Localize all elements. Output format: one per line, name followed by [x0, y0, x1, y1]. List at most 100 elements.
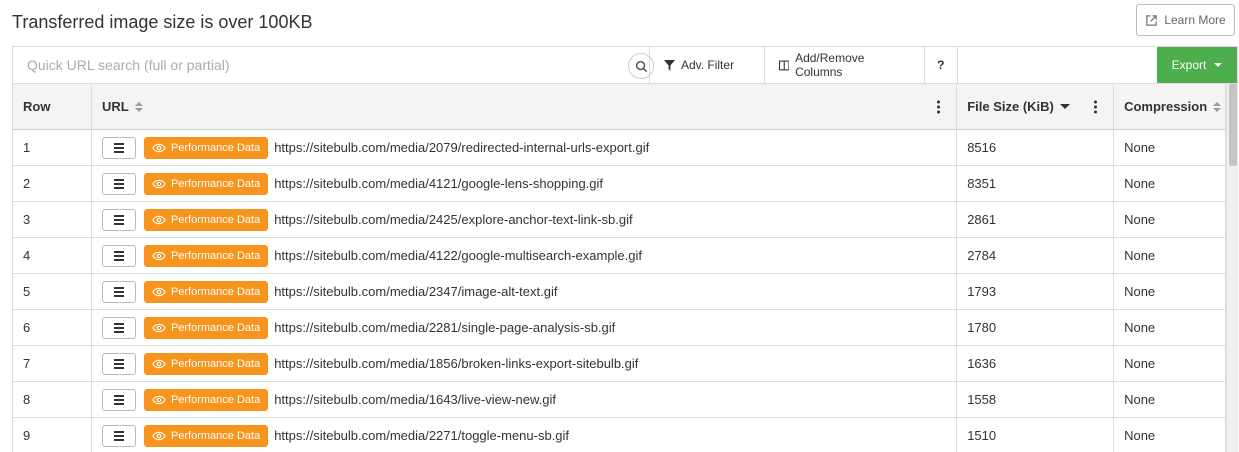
- compression-cell: None: [1114, 274, 1226, 309]
- eye-icon: [152, 251, 166, 260]
- compression-cell: None: [1114, 238, 1226, 273]
- filter-icon: [663, 59, 675, 71]
- table-row: 5 Performance Data https://sitebulb.com/…: [13, 274, 1226, 310]
- file-size-value: 1793: [967, 284, 997, 299]
- file-size-cell: 8351: [957, 166, 1115, 201]
- file-size-cell: 1636: [957, 346, 1115, 381]
- scrollbar-thumb[interactable]: [1229, 84, 1237, 166]
- eye-icon: [152, 179, 166, 188]
- row-number: 7: [23, 356, 31, 371]
- url-link[interactable]: https://sitebulb.com/media/1856/broken-l…: [274, 356, 638, 371]
- performance-data-button[interactable]: Performance Data: [143, 244, 269, 267]
- file-size-value: 8516: [967, 140, 997, 155]
- compression-cell: None: [1114, 166, 1226, 201]
- column-header-url[interactable]: URL: [92, 84, 958, 129]
- row-menu-button[interactable]: [101, 352, 136, 375]
- file-size-cell: 1510: [957, 418, 1115, 452]
- url-link[interactable]: https://sitebulb.com/media/2079/redirect…: [274, 140, 649, 155]
- adv-filter-button[interactable]: Adv. Filter: [648, 47, 764, 83]
- performance-data-button[interactable]: Performance Data: [143, 388, 269, 411]
- add-remove-columns-button[interactable]: Add/Remove Columns: [763, 47, 924, 83]
- performance-data-button[interactable]: Performance Data: [143, 208, 269, 231]
- hamburger-icon: [113, 142, 124, 145]
- column-header-row[interactable]: Row: [13, 84, 92, 129]
- help-button[interactable]: ?: [923, 47, 957, 83]
- vertical-scrollbar[interactable]: [1226, 84, 1238, 452]
- row-menu-button[interactable]: [101, 136, 136, 159]
- table-row: 8 Performance Data https://sitebulb.com/…: [13, 382, 1226, 418]
- performance-data-button[interactable]: Performance Data: [143, 172, 269, 195]
- sort-icon[interactable]: [134, 101, 143, 112]
- file-size-value: 2861: [967, 212, 997, 227]
- row-menu-button[interactable]: [101, 244, 136, 267]
- table-row: 1 Performance Data https://sitebulb.com/…: [13, 130, 1226, 166]
- url-link[interactable]: https://sitebulb.com/media/4122/google-m…: [274, 248, 642, 263]
- performance-data-label: Performance Data: [170, 393, 261, 406]
- eye-icon: [152, 431, 166, 440]
- url-link[interactable]: https://sitebulb.com/media/2281/single-p…: [274, 320, 615, 335]
- eye-icon: [152, 287, 166, 296]
- row-menu-button[interactable]: [101, 316, 136, 339]
- performance-data-label: Performance Data: [170, 213, 261, 226]
- sort-icon[interactable]: [1213, 101, 1222, 112]
- performance-data-label: Performance Data: [170, 249, 261, 262]
- row-number-cell: 9: [13, 418, 92, 452]
- url-cell: Performance Data https://sitebulb.com/me…: [92, 130, 958, 165]
- performance-data-button[interactable]: Performance Data: [143, 352, 269, 375]
- performance-data-button[interactable]: Performance Data: [143, 136, 269, 159]
- eye-icon: [152, 395, 166, 404]
- search-box: [13, 47, 654, 83]
- url-cell: Performance Data https://sitebulb.com/me…: [92, 274, 958, 309]
- url-link[interactable]: https://sitebulb.com/media/2425/explore-…: [274, 212, 632, 227]
- file-size-value: 1636: [967, 356, 997, 371]
- row-number-cell: 7: [13, 346, 92, 381]
- grid-toolbar: Adv. Filter Add/Remove Columns ? Export: [12, 46, 1238, 84]
- url-link[interactable]: https://sitebulb.com/media/1643/live-vie…: [274, 392, 556, 407]
- url-cell: Performance Data https://sitebulb.com/me…: [92, 382, 958, 417]
- row-menu-button[interactable]: [101, 208, 136, 231]
- column-menu-icon[interactable]: [1094, 100, 1098, 113]
- row-menu-button[interactable]: [101, 172, 136, 195]
- add-remove-columns-label: Add/Remove Columns: [795, 51, 865, 79]
- row-menu-button[interactable]: [101, 280, 136, 303]
- row-number: 5: [23, 284, 31, 299]
- column-header-file-size[interactable]: File Size (KiB): [957, 84, 1115, 129]
- search-input[interactable]: [13, 47, 613, 83]
- search-button[interactable]: [628, 53, 654, 79]
- sort-descending-icon[interactable]: [1059, 104, 1070, 109]
- url-cell: Performance Data https://sitebulb.com/me…: [92, 238, 958, 273]
- learn-more-button[interactable]: Learn More: [1136, 4, 1235, 36]
- performance-data-button[interactable]: Performance Data: [143, 424, 269, 447]
- table-row: 4 Performance Data https://sitebulb.com/…: [13, 238, 1226, 274]
- file-size-cell: 1793: [957, 274, 1115, 309]
- eye-icon: [152, 215, 166, 224]
- export-button[interactable]: Export: [1156, 47, 1237, 83]
- hamburger-icon: [113, 322, 124, 325]
- compression-value: None: [1124, 356, 1156, 371]
- row-number: 3: [23, 212, 31, 227]
- hamburger-icon: [113, 286, 124, 289]
- performance-data-button[interactable]: Performance Data: [143, 316, 269, 339]
- file-size-cell: 8516: [957, 130, 1115, 165]
- row-number-cell: 8: [13, 382, 92, 417]
- row-number-cell: 6: [13, 310, 92, 345]
- eye-icon: [152, 323, 166, 332]
- table-row: 6 Performance Data https://sitebulb.com/…: [13, 310, 1226, 346]
- compression-cell: None: [1114, 130, 1226, 165]
- column-header-url-label: URL: [101, 99, 129, 114]
- row-number-cell: 1: [13, 130, 92, 165]
- column-header-file-size-label: File Size (KiB): [967, 99, 1054, 114]
- column-header-compression[interactable]: Compression: [1114, 84, 1226, 129]
- row-number: 1: [23, 140, 31, 155]
- url-link[interactable]: https://sitebulb.com/media/2347/image-al…: [274, 284, 557, 299]
- url-link[interactable]: https://sitebulb.com/media/4121/google-l…: [274, 176, 603, 191]
- row-menu-button[interactable]: [101, 388, 136, 411]
- eye-icon: [152, 143, 166, 152]
- url-cell: Performance Data https://sitebulb.com/me…: [92, 310, 958, 345]
- row-menu-button[interactable]: [101, 424, 136, 447]
- url-link[interactable]: https://sitebulb.com/media/2271/toggle-m…: [274, 428, 569, 443]
- performance-data-button[interactable]: Performance Data: [143, 280, 269, 303]
- column-menu-icon[interactable]: [937, 100, 941, 113]
- file-size-cell: 2784: [957, 238, 1115, 273]
- url-cell: Performance Data https://sitebulb.com/me…: [92, 418, 958, 452]
